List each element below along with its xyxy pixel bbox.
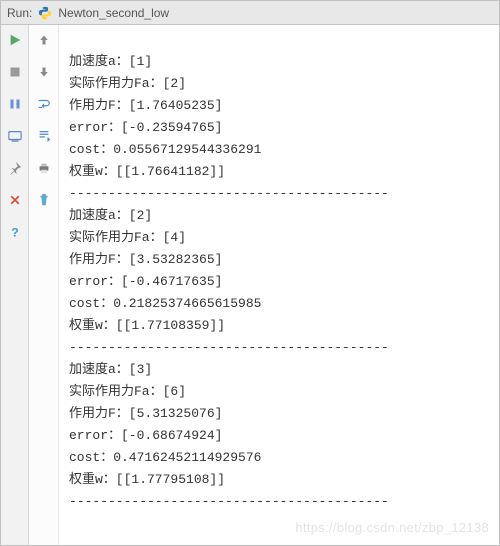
clear-all-button[interactable] — [33, 189, 55, 211]
svg-text:?: ? — [11, 225, 18, 239]
out-line: 权重w：[[1.76641182]] — [69, 164, 225, 179]
out-line: 作用力F：[5.31325076] — [69, 406, 222, 421]
out-line: cost：0.05567129544336291 — [69, 142, 261, 157]
run-tool-body: ? 加速度a：[1] 实际作用力Fa：[2] 作用力F：[1.76405235]… — [1, 25, 499, 545]
run-label: Run: — [7, 6, 32, 20]
help-button[interactable]: ? — [4, 221, 26, 243]
out-line: 加速度a：[1] — [69, 54, 152, 69]
scroll-to-end-button[interactable] — [33, 125, 55, 147]
out-line: 权重w：[[1.77108359]] — [69, 318, 225, 333]
out-line: 作用力F：[3.53282365] — [69, 252, 222, 267]
out-line: 作用力F：[1.76405235] — [69, 98, 222, 113]
pin-button[interactable] — [4, 157, 26, 179]
script-name: Newton_second_low — [58, 6, 169, 20]
python-file-icon — [38, 6, 52, 20]
up-arrow-button[interactable] — [33, 29, 55, 51]
out-line: 实际作用力Fa：[6] — [69, 384, 186, 399]
out-line: cost：0.21825374665615985 — [69, 296, 261, 311]
out-line: 实际作用力Fa：[4] — [69, 230, 186, 245]
separator-line: ----------------------------------------… — [69, 340, 389, 355]
separator-line: ----------------------------------------… — [69, 186, 389, 201]
watermark-text: https://blog.csdn.net/zbp_12138 — [295, 517, 489, 539]
out-line: 权重w：[[1.77795108]] — [69, 472, 225, 487]
run-button[interactable] — [4, 29, 26, 51]
out-line: cost：0.47162452114929576 — [69, 450, 261, 465]
console-output[interactable]: 加速度a：[1] 实际作用力Fa：[2] 作用力F：[1.76405235] e… — [59, 25, 499, 545]
dump-threads-button[interactable] — [4, 125, 26, 147]
console-gutter — [29, 25, 59, 545]
out-line: error：[-0.46717635] — [69, 274, 222, 289]
run-tool-titlebar: Run: Newton_second_low — [1, 1, 499, 25]
out-line: 实际作用力Fa：[2] — [69, 76, 186, 91]
print-button[interactable] — [33, 157, 55, 179]
pause-button[interactable] — [4, 93, 26, 115]
out-line: error：[-0.68674924] — [69, 428, 222, 443]
out-line: 加速度a：[2] — [69, 208, 152, 223]
out-line: 加速度a：[3] — [69, 362, 152, 377]
out-line: error：[-0.23594765] — [69, 120, 222, 135]
down-arrow-button[interactable] — [33, 61, 55, 83]
soft-wrap-button[interactable] — [33, 93, 55, 115]
separator-line: ----------------------------------------… — [69, 494, 389, 509]
close-button[interactable] — [4, 189, 26, 211]
stop-button[interactable] — [4, 61, 26, 83]
left-action-gutter: ? — [1, 25, 29, 545]
